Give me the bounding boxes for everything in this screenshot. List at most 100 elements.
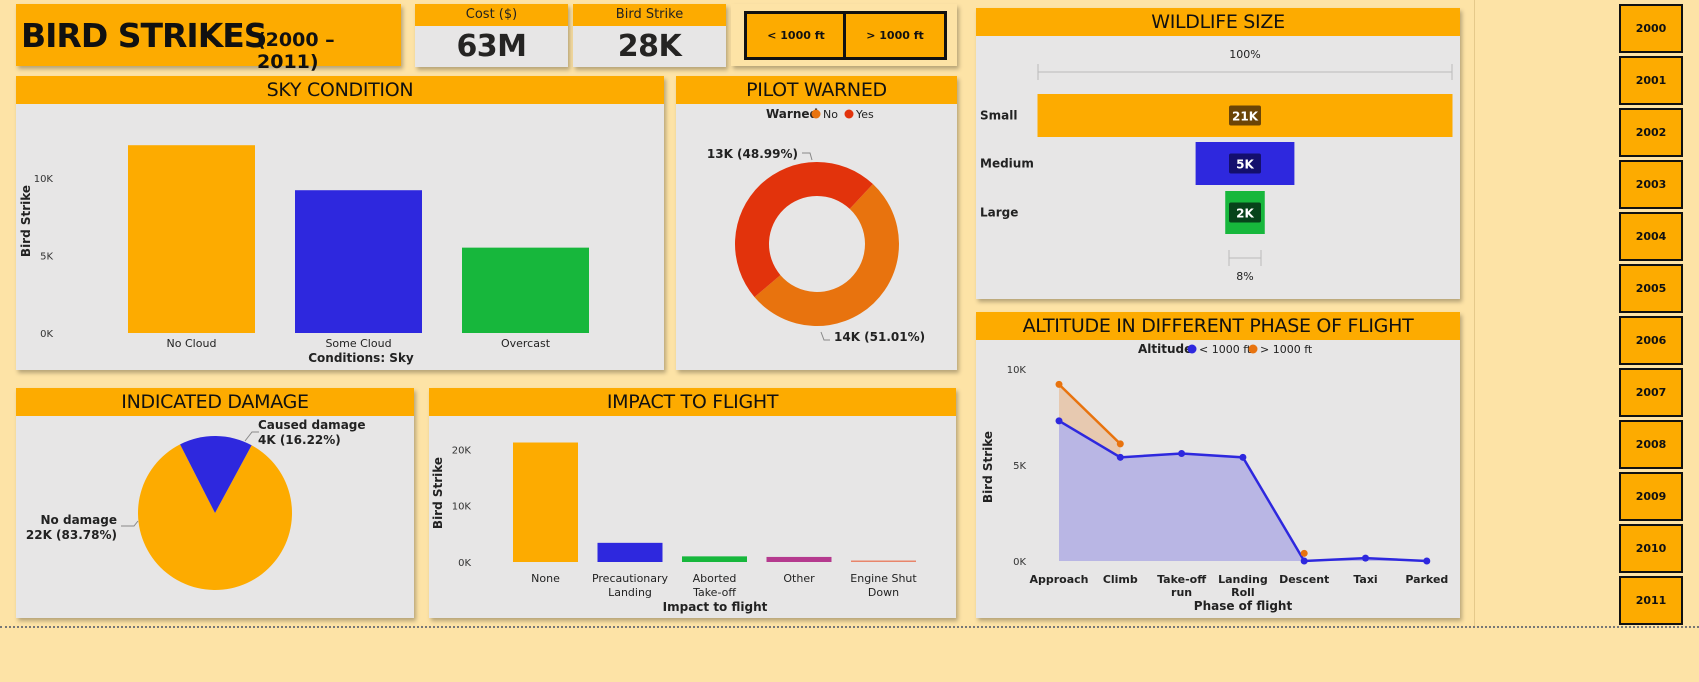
value-label-small: 21K xyxy=(1232,110,1259,124)
x-tick-label: Other xyxy=(783,572,815,585)
point-above-1000 xyxy=(1300,549,1308,557)
kpi-card-cost: Cost ($) 63M xyxy=(415,4,568,67)
x-tick-label: No Cloud xyxy=(167,337,217,350)
point-below-1000 xyxy=(1239,453,1247,461)
point-below-1000 xyxy=(1116,453,1124,461)
legend-label: > 1000 ft xyxy=(1260,343,1313,356)
y-tick-label: 0K xyxy=(40,329,53,340)
wildlife-size-chart: 100% Small 21K Medium 5K Large 2K 8% xyxy=(980,48,1453,283)
point-below-1000 xyxy=(1178,449,1186,457)
x-axis-label: Phase of flight xyxy=(1194,599,1293,613)
y-tick-label: 20K xyxy=(452,445,472,456)
data-label-caused-damage: 4K (16.22%) xyxy=(258,433,341,447)
year-button-2000[interactable]: 2000 xyxy=(1619,4,1683,53)
year-button-2011[interactable]: 2011 xyxy=(1619,576,1683,625)
category-label-small: Small xyxy=(980,109,1017,123)
pilot-warned-panel: PILOT WARNED Warned No Yes 14K (51.01%) 13K … xyxy=(676,76,957,370)
value-label-medium: 5K xyxy=(1236,158,1254,172)
category-label-medium: Medium xyxy=(980,157,1034,171)
x-tick-label: Engine Shut xyxy=(850,572,917,585)
legend-title: Altitude xyxy=(1138,342,1192,356)
bottom-percent-label: 8% xyxy=(1236,270,1253,283)
bar-engine-shut-down xyxy=(851,560,916,562)
legend-label-no: No xyxy=(823,108,838,121)
point-below-1000 xyxy=(1423,557,1431,565)
sky-condition-chart: 0K 5K 10KBird Strike No Cloud Some Cloud Over… xyxy=(19,145,589,365)
y-tick-label: 10K xyxy=(452,502,472,513)
value-label-large: 2K xyxy=(1236,207,1254,221)
x-tick-label: Precautionary xyxy=(592,572,669,585)
x-tick-label: Some Cloud xyxy=(325,337,391,350)
legend-label: < 1000 ft xyxy=(1199,343,1252,356)
x-tick-label: Take-off xyxy=(1157,573,1206,586)
bar-some-cloud xyxy=(295,190,422,333)
title-banner: BIRD STRIKES (2000 – 2011) xyxy=(16,4,401,73)
y-tick-label: 10K xyxy=(34,174,54,185)
point-above-1000 xyxy=(1055,380,1063,388)
kpi-label: Cost ($) xyxy=(415,4,568,26)
bar-overcast xyxy=(462,247,589,333)
data-label-name-caused-damage: Caused damage xyxy=(258,418,366,432)
year-button-2007[interactable]: 2007 xyxy=(1619,368,1683,417)
bar-other xyxy=(766,556,832,562)
category-label-large: Large xyxy=(980,206,1018,220)
legend-marker xyxy=(1248,344,1258,354)
altitude-phase-chart: Altitude < 1000 ft > 1000 ft 0K 5K 10K Bird St… xyxy=(981,342,1448,613)
data-label-no: 14K (51.01%) xyxy=(834,330,925,344)
kpi-label: Bird Strike xyxy=(573,4,726,26)
leader-line xyxy=(820,331,830,341)
x-tick-label: Take-off xyxy=(692,586,736,599)
year-button-2005[interactable]: 2005 xyxy=(1619,264,1683,313)
x-tick-label: Landing xyxy=(608,586,652,599)
bar-aborted-take-off xyxy=(682,556,747,562)
year-button-2008[interactable]: 2008 xyxy=(1619,420,1683,469)
y-tick-label: 0K xyxy=(458,558,471,569)
altitude-below-1000-button[interactable]: < 1000 ft xyxy=(744,11,848,60)
y-tick-label: 5K xyxy=(40,251,53,262)
leader-line xyxy=(244,431,259,442)
x-tick-label: Down xyxy=(868,586,899,599)
year-button-2003[interactable]: 2003 xyxy=(1619,160,1683,209)
y-tick-label: 0K xyxy=(1013,557,1026,568)
legend-label-yes: Yes xyxy=(855,108,874,121)
altitude-above-1000-button[interactable]: > 1000 ft xyxy=(843,11,947,60)
leader-line xyxy=(121,520,139,527)
year-button-2002[interactable]: 2002 xyxy=(1619,108,1683,157)
year-button-2009[interactable]: 2009 xyxy=(1619,472,1683,521)
legend-marker xyxy=(1187,344,1197,354)
bar-no-cloud xyxy=(128,145,255,333)
x-axis-label: Conditions: Sky xyxy=(308,351,414,365)
y-axis-label: Bird Strike xyxy=(431,457,445,529)
x-tick-label: Landing xyxy=(1218,573,1268,586)
x-tick-label: Climb xyxy=(1103,573,1138,586)
indicated-damage-chart: Caused damage4K (16.22%) No damage22K (83… xyxy=(26,418,366,590)
data-label-yes: 13K (48.99%) xyxy=(707,147,798,161)
dashboard-title: BIRD STRIKES xyxy=(21,16,268,55)
point-below-1000 xyxy=(1300,557,1308,565)
point-above-1000 xyxy=(1116,440,1124,448)
sky-condition-panel: SKY CONDITION 0K 5K 10K Bird Strike No Cloud… xyxy=(16,76,664,370)
kpi-value: 63M xyxy=(456,29,527,64)
year-button-2001[interactable]: 2001 xyxy=(1619,56,1683,105)
year-button-2004[interactable]: 2004 xyxy=(1619,212,1683,261)
x-tick-label: run xyxy=(1171,586,1192,599)
point-below-1000 xyxy=(1055,417,1063,425)
kpi-card-bird-strike: Bird Strike 28K xyxy=(573,4,726,67)
x-tick-label: Roll xyxy=(1231,586,1255,599)
x-tick-label: None xyxy=(531,572,560,585)
impact-to-flight-panel: IMPACT TO FLIGHT 0K 10K 20K Bird Strike None… xyxy=(429,388,956,618)
legend-title: Warned xyxy=(766,107,818,121)
data-label-name-no-damage: No damage xyxy=(41,513,117,527)
year-button-2006[interactable]: 2006 xyxy=(1619,316,1683,365)
pilot-warned-chart: Warned No Yes 14K (51.01%) 13K (48.99%) xyxy=(707,107,925,344)
indicated-damage-panel: INDICATED DAMAGE Caused damage 4K (16.22%… xyxy=(16,388,414,618)
bar-precautionary-landing xyxy=(597,542,663,562)
legend-marker-no xyxy=(811,109,821,119)
bar-none xyxy=(513,442,578,562)
year-button-2010[interactable]: 2010 xyxy=(1619,524,1683,573)
page-bottom-border xyxy=(0,626,1699,628)
legend-marker-yes xyxy=(844,109,854,119)
dashboard-date-range: (2000 – 2011) xyxy=(257,29,335,73)
leader-line xyxy=(802,152,813,161)
x-tick-label: Taxi xyxy=(1353,573,1377,586)
